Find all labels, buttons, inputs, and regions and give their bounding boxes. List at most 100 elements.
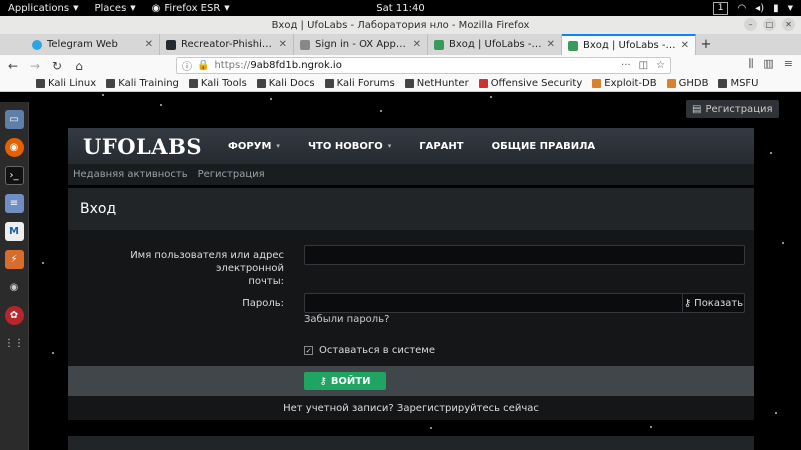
battery-icon[interactable]: ▮ [773,3,779,14]
bookmark-ghdb[interactable]: GHDB [666,78,708,89]
nav-guarantee[interactable]: ГАРАНТ [419,141,463,152]
signup-prompt[interactable]: Нет учетной записи? Зарегистрируйтесь се… [68,396,754,420]
maximize-icon[interactable]: □ [763,18,776,31]
home-icon[interactable]: ⌂ [70,57,88,75]
close-tab-icon[interactable]: ✕ [279,39,287,50]
tab-telegram[interactable]: Telegram Web ✕ [26,34,160,55]
menu-icon[interactable]: ≡ [784,57,793,71]
bookmark-offensive-security[interactable]: Offensive Security [478,78,583,89]
remember-me-checkbox[interactable]: ✓ Оставаться в системе [304,345,435,356]
terminal-icon[interactable]: ›_ [4,166,24,185]
msfu-icon [718,79,728,88]
kali-icon [404,79,414,88]
kali-icon [256,79,266,88]
login-button-label: ВОЙТИ [330,375,371,387]
chevron-down-icon: ▼ [73,4,79,12]
star-decoration [270,98,272,100]
chevron-down-icon[interactable]: ▾ [388,142,392,150]
forgot-password-link[interactable]: Забыли пароль? [304,314,389,325]
volume-icon[interactable]: ◂) [755,3,764,14]
show-password-button[interactable]: ⚷ Показать [682,294,744,312]
site-logo[interactable]: UFOLABS [83,134,202,159]
chevron-down-icon[interactable]: ▼ [788,4,793,12]
bookmark-star-icon[interactable]: ☆ [656,60,665,71]
username-input[interactable] [304,245,745,265]
files-icon[interactable]: ▭ [4,110,24,129]
eye-icon[interactable]: ◉ [5,278,24,297]
show-applications-icon[interactable]: ⋮⋮ [4,334,24,353]
workspace-indicator[interactable]: 1 [712,1,729,15]
bookmark-kali-training[interactable]: Kali Training [106,78,179,89]
password-input[interactable] [305,294,683,312]
login-button[interactable]: ⚷ ВОЙТИ [304,372,386,390]
register-top-button[interactable]: ▤ Регистрация [686,100,779,118]
minimize-icon[interactable]: – [744,18,757,31]
subnav-recent-activity[interactable]: Недавняя активность [73,169,188,180]
pocket-icon[interactable]: ◫ [639,60,648,71]
bookmark-label: MSFU [730,78,759,89]
bookmark-kali-tools[interactable]: Kali Tools [188,78,247,89]
tab-ufolabs-2[interactable]: Вход | UfoLabs - Лабора ✕ [562,34,696,55]
site-header: UFOLABS ФОРУМ ▾ ЧТО НОВОГО ▾ ГАРАНТ ОБЩИЕ … [68,128,754,164]
checkbox-checked-icon[interactable]: ✓ [304,346,313,355]
bookmark-label: Exploit-DB [604,78,657,89]
tab-label: Вход | UfoLabs - Лабора [583,40,676,51]
reload-icon[interactable]: ↻ [48,57,66,75]
chevron-down-icon[interactable]: ▾ [276,142,280,150]
navigation-toolbar: ← → ↻ ⌂ ⓘ 🔒 https://9ab8fd1b.ngrok.io ··… [0,55,801,76]
tab-label: Sign in - OX App Suite [315,39,408,50]
bookmark-kali-forums[interactable]: Kali Forums [324,78,395,89]
close-tab-icon[interactable]: ✕ [547,39,555,50]
bookmark-kali-docs[interactable]: Kali Docs [256,78,315,89]
kali-icon [188,79,198,88]
tab-recreator[interactable]: Recreator-Phishing:Ути ✕ [160,34,294,55]
page-actions-icon[interactable]: ··· [621,60,631,71]
burpsuite-icon[interactable]: ⚡ [4,250,24,269]
url-bar[interactable]: ⓘ 🔒 https://9ab8fd1b.ngrok.io ··· ◫ ☆ [176,57,671,74]
close-icon[interactable]: ✕ [782,18,795,31]
wifi-icon[interactable]: ◠ [737,3,746,14]
close-tab-icon[interactable]: ✕ [145,39,153,50]
back-icon[interactable]: ← [4,57,22,75]
close-tab-icon[interactable]: ✕ [681,40,689,51]
github-icon [166,39,176,50]
sidebar-icon[interactable]: ▥ [763,57,773,71]
firefox-icon[interactable]: ◉ [4,138,24,157]
firefox-app-label: Firefox ESR [164,2,221,14]
text-editor-icon[interactable]: ≡ [4,194,24,213]
cherry-icon[interactable]: ✿ [4,306,24,325]
star-decoration [770,152,772,154]
applications-menu[interactable]: Applications ▼ [8,3,78,14]
star-decoration [160,104,162,106]
tab-ox-app-suite[interactable]: Sign in - OX App Suite ✕ [294,34,428,55]
info-icon[interactable]: ⓘ [182,58,192,73]
lock-icon[interactable]: 🔒 [197,60,209,71]
star-decoration [490,96,492,98]
offsec-icon [478,79,488,88]
bookmark-nethunter[interactable]: NetHunter [404,78,469,89]
bookmark-kali-linux[interactable]: Kali Linux [36,78,96,89]
ox-icon [300,39,310,50]
firefox-icon: ◉ [151,2,161,14]
nav-rules[interactable]: ОБЩИЕ ПРАВИЛА [492,141,596,152]
kali-icon [106,79,116,88]
forward-icon[interactable]: → [26,57,44,75]
bookmark-label: Kali Forums [336,78,395,89]
firefox-app-menu[interactable]: ◉ Firefox ESR ▼ [152,3,230,14]
tab-ufolabs-1[interactable]: Вход | UfoLabs - Лабора ✕ [428,34,562,55]
bookmark-msfu[interactable]: MSFU [718,78,759,89]
bookmark-label: Offensive Security [490,78,583,89]
bookmark-exploit-db[interactable]: Exploit-DB [592,78,657,89]
close-tab-icon[interactable]: ✕ [413,39,421,50]
new-tab-button[interactable]: + [696,34,716,55]
nav-label: ЧТО НОВОГО [307,140,383,152]
subnav-register[interactable]: Регистрация [198,169,265,180]
places-menu[interactable]: Places ▼ [94,3,135,14]
footer-strip [68,436,754,450]
window-title: Вход | UfoLabs - Лаборатория нло - Mozil… [271,19,530,31]
nav-whats-new[interactable]: ЧТО НОВОГО ▾ [308,141,391,152]
sub-nav: Недавняя активность Регистрация [68,164,754,185]
library-icon[interactable]: ⫼ [748,57,753,71]
metasploit-icon[interactable]: M [4,222,24,241]
nav-forum[interactable]: ФОРУМ ▾ [228,141,280,152]
